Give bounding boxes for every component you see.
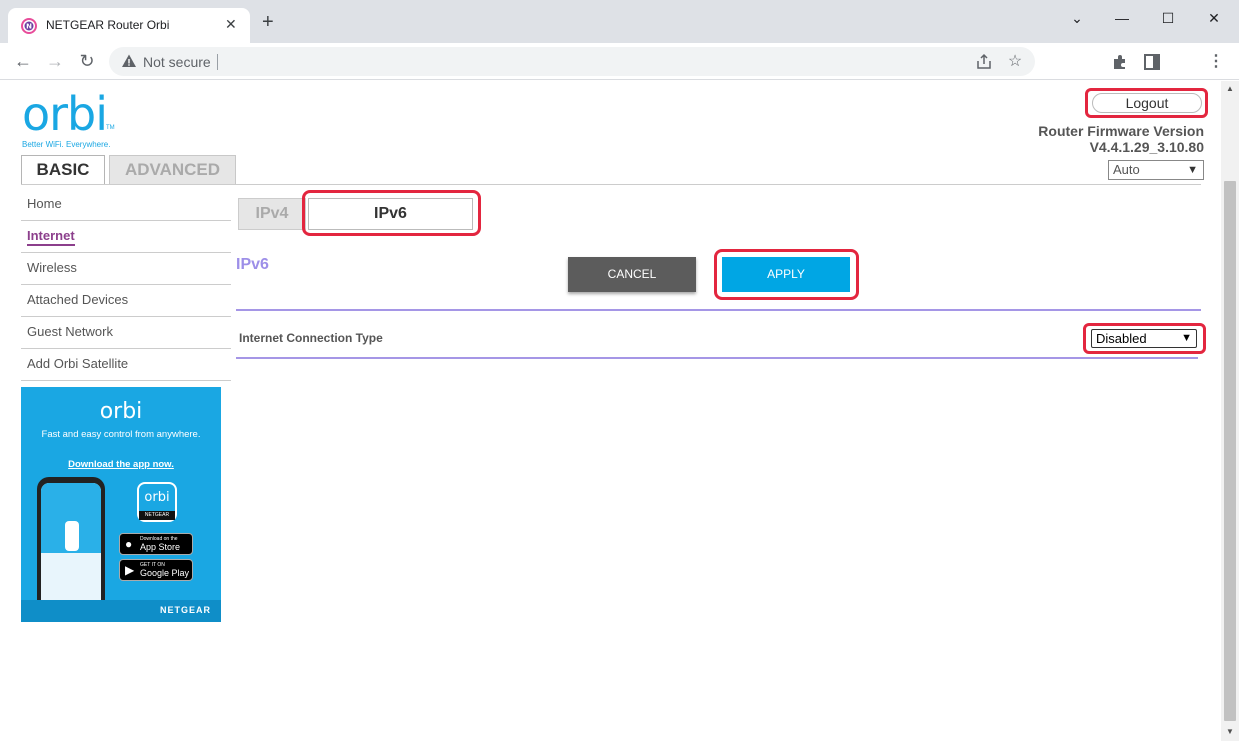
app-store-big-text: App Store: [140, 542, 181, 552]
section-divider-top: [236, 309, 1201, 311]
google-play-big-text: Google Play: [140, 568, 190, 578]
extensions-icon[interactable]: [1110, 52, 1130, 72]
warning-icon[interactable]: [121, 53, 137, 69]
sidebar-item-attached-devices[interactable]: Attached Devices: [21, 285, 231, 317]
router-page: orbi TM Better WiFi. Everywhere. BASIC A…: [0, 81, 1221, 741]
sidebar-item-label: Guest Network: [27, 324, 113, 339]
chevron-down-icon[interactable]: ⌄: [1054, 6, 1100, 30]
forward-icon[interactable]: →: [43, 50, 67, 74]
svg-text:N: N: [26, 23, 32, 31]
logo-trademark: TM: [106, 125, 115, 131]
security-label: Not secure: [143, 54, 211, 70]
phone-screen: [41, 483, 101, 608]
bookmark-star-icon[interactable]: ☆: [1006, 53, 1024, 71]
logo-tagline: Better WiFi. Everywhere.: [22, 140, 111, 149]
language-select[interactable]: Auto ▼: [1108, 160, 1204, 180]
section-divider-bottom: [236, 357, 1198, 359]
tab-ipv4[interactable]: IPv4: [238, 198, 306, 230]
google-play-badge[interactable]: ▶ GET IT ON Google Play: [119, 559, 193, 581]
sidebar-item-label: Add Orbi Satellite: [27, 356, 129, 371]
address-separator: [217, 54, 218, 70]
window-close-icon[interactable]: ✕: [1191, 6, 1237, 30]
maximize-icon[interactable]: ☐: [1145, 6, 1191, 30]
sidebar-item-add-orbi-satellite[interactable]: Add Orbi Satellite: [21, 349, 231, 381]
logout-button[interactable]: Logout: [1092, 93, 1202, 113]
browser-titlebar: N NETGEAR Router Orbi ✕ + ⌄ — ☐ ✕: [0, 0, 1239, 43]
tab-advanced[interactable]: ADVANCED: [109, 155, 236, 185]
browser-tab[interactable]: N NETGEAR Router Orbi ✕: [8, 8, 250, 43]
chevron-down-icon: ▼: [1181, 332, 1192, 344]
scrollbar-thumb[interactable]: [1224, 181, 1236, 721]
sidebar-item-label: Internet: [27, 228, 75, 246]
side-panel-icon[interactable]: [1142, 52, 1162, 72]
google-play-icon: ▶: [125, 563, 135, 577]
menu-kebab-icon[interactable]: ⋮: [1206, 52, 1226, 72]
promo-text: Fast and easy control from anywhere.: [41, 429, 201, 440]
apply-button[interactable]: APPLY: [722, 257, 850, 292]
app-store-badge[interactable]: ● Download on the App Store: [119, 533, 193, 555]
cancel-button[interactable]: CANCEL: [568, 257, 696, 292]
netgear-favicon-icon: N: [21, 18, 37, 34]
app-icon-brand: NETGEAR: [139, 511, 175, 520]
connection-type-value: Disabled: [1096, 331, 1147, 346]
scroll-up-icon[interactable]: ▲: [1226, 84, 1234, 93]
ipv6-tab-highlight: [302, 190, 481, 236]
router-device-image: [65, 521, 79, 551]
app-promo-banner[interactable]: orbi Fast and easy control from anywhere…: [21, 387, 221, 622]
language-selected-value: Auto: [1113, 162, 1140, 177]
new-tab-icon[interactable]: +: [262, 12, 274, 32]
address-bar[interactable]: Not secure ☆: [109, 47, 1035, 76]
sidebar-item-label: Home: [27, 196, 62, 211]
orbi-logo: orbi: [22, 87, 108, 141]
promo-orbi-logo: orbi: [99, 399, 143, 424]
promo-footer: NETGEAR: [21, 600, 221, 622]
sidebar-item-wireless[interactable]: Wireless: [21, 253, 231, 285]
connection-type-label: Internet Connection Type: [239, 331, 383, 345]
sidebar-item-label: Attached Devices: [27, 292, 129, 307]
page-scrollbar[interactable]: ▲ ▼: [1221, 81, 1239, 741]
section-title: IPv6: [236, 256, 269, 273]
scroll-down-icon[interactable]: ▼: [1226, 727, 1234, 736]
firmware-version: V4.4.1.29_3.10.80: [1089, 139, 1204, 155]
browser-toolbar: ← → ↻ Not secure ☆ ⋮: [0, 43, 1239, 80]
sidebar-item-internet[interactable]: Internet: [21, 221, 231, 253]
download-app-link[interactable]: Download the app now.: [21, 459, 221, 470]
sidebar-item-label: Wireless: [27, 260, 77, 275]
tab-title: NETGEAR Router Orbi: [46, 18, 170, 32]
tab-close-icon[interactable]: ✕: [225, 16, 237, 32]
chevron-down-icon: ▼: [1187, 164, 1198, 176]
orbi-app-icon: orbi NETGEAR: [137, 482, 177, 522]
connection-type-select[interactable]: Disabled ▼: [1091, 329, 1197, 348]
back-icon[interactable]: ←: [11, 50, 35, 74]
sidebar-item-guest-network[interactable]: Guest Network: [21, 317, 231, 349]
reload-icon[interactable]: ↻: [75, 50, 99, 74]
minimize-icon[interactable]: —: [1099, 6, 1145, 30]
phone-image: [37, 477, 105, 612]
apple-icon: ●: [125, 537, 133, 551]
tabs-divider: [21, 184, 1201, 185]
tab-basic[interactable]: BASIC: [21, 155, 105, 185]
sidebar-item-home[interactable]: Home: [21, 189, 231, 221]
netgear-brand: NETGEAR: [159, 605, 211, 615]
app-icon-text: orbi: [144, 490, 170, 505]
share-icon[interactable]: [975, 53, 993, 71]
firmware-label: Router Firmware Version: [1038, 123, 1204, 139]
